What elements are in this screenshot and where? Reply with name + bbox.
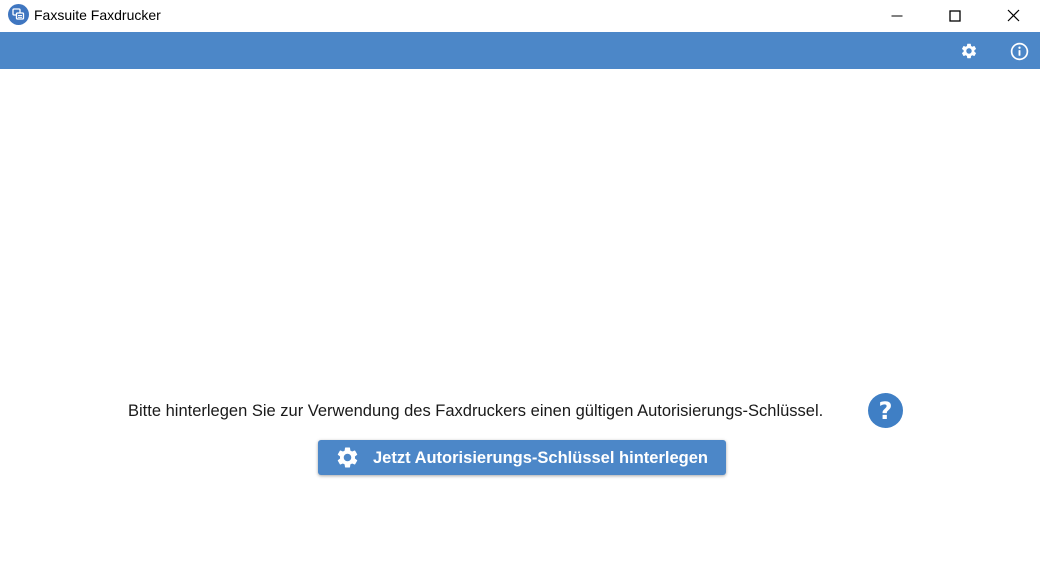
minimize-icon (891, 15, 903, 16)
maximize-icon (949, 9, 961, 22)
settings-button[interactable] (959, 41, 979, 61)
app-logo-icon (8, 4, 29, 25)
help-button[interactable]: ? (868, 393, 903, 428)
toolbar (0, 32, 1040, 69)
maximize-button[interactable] (926, 0, 984, 31)
close-icon (1007, 9, 1019, 22)
set-authorization-key-button[interactable]: Jetzt Autorisierungs-Schlüssel hinterleg… (318, 440, 726, 475)
set-authorization-key-label: Jetzt Autorisierungs-Schlüssel hinterleg… (373, 449, 708, 467)
minimize-button[interactable] (868, 0, 926, 31)
gear-icon (961, 43, 977, 59)
authorization-message-row: Bitte hinterlegen Sie zur Verwendung des… (0, 392, 1040, 428)
window-title: Faxsuite Faxdrucker (34, 7, 161, 23)
title-bar[interactable]: Faxsuite Faxdrucker (0, 0, 1040, 31)
gear-icon (335, 445, 360, 470)
question-icon: ? (878, 396, 893, 425)
info-icon (1010, 42, 1028, 60)
authorization-message: Bitte hinterlegen Sie zur Verwendung des… (128, 402, 824, 420)
close-button[interactable] (984, 0, 1040, 31)
app-window: Faxsuite Faxdrucker Bitte hinterlegen Si… (0, 0, 1040, 577)
info-button[interactable] (1009, 41, 1029, 61)
